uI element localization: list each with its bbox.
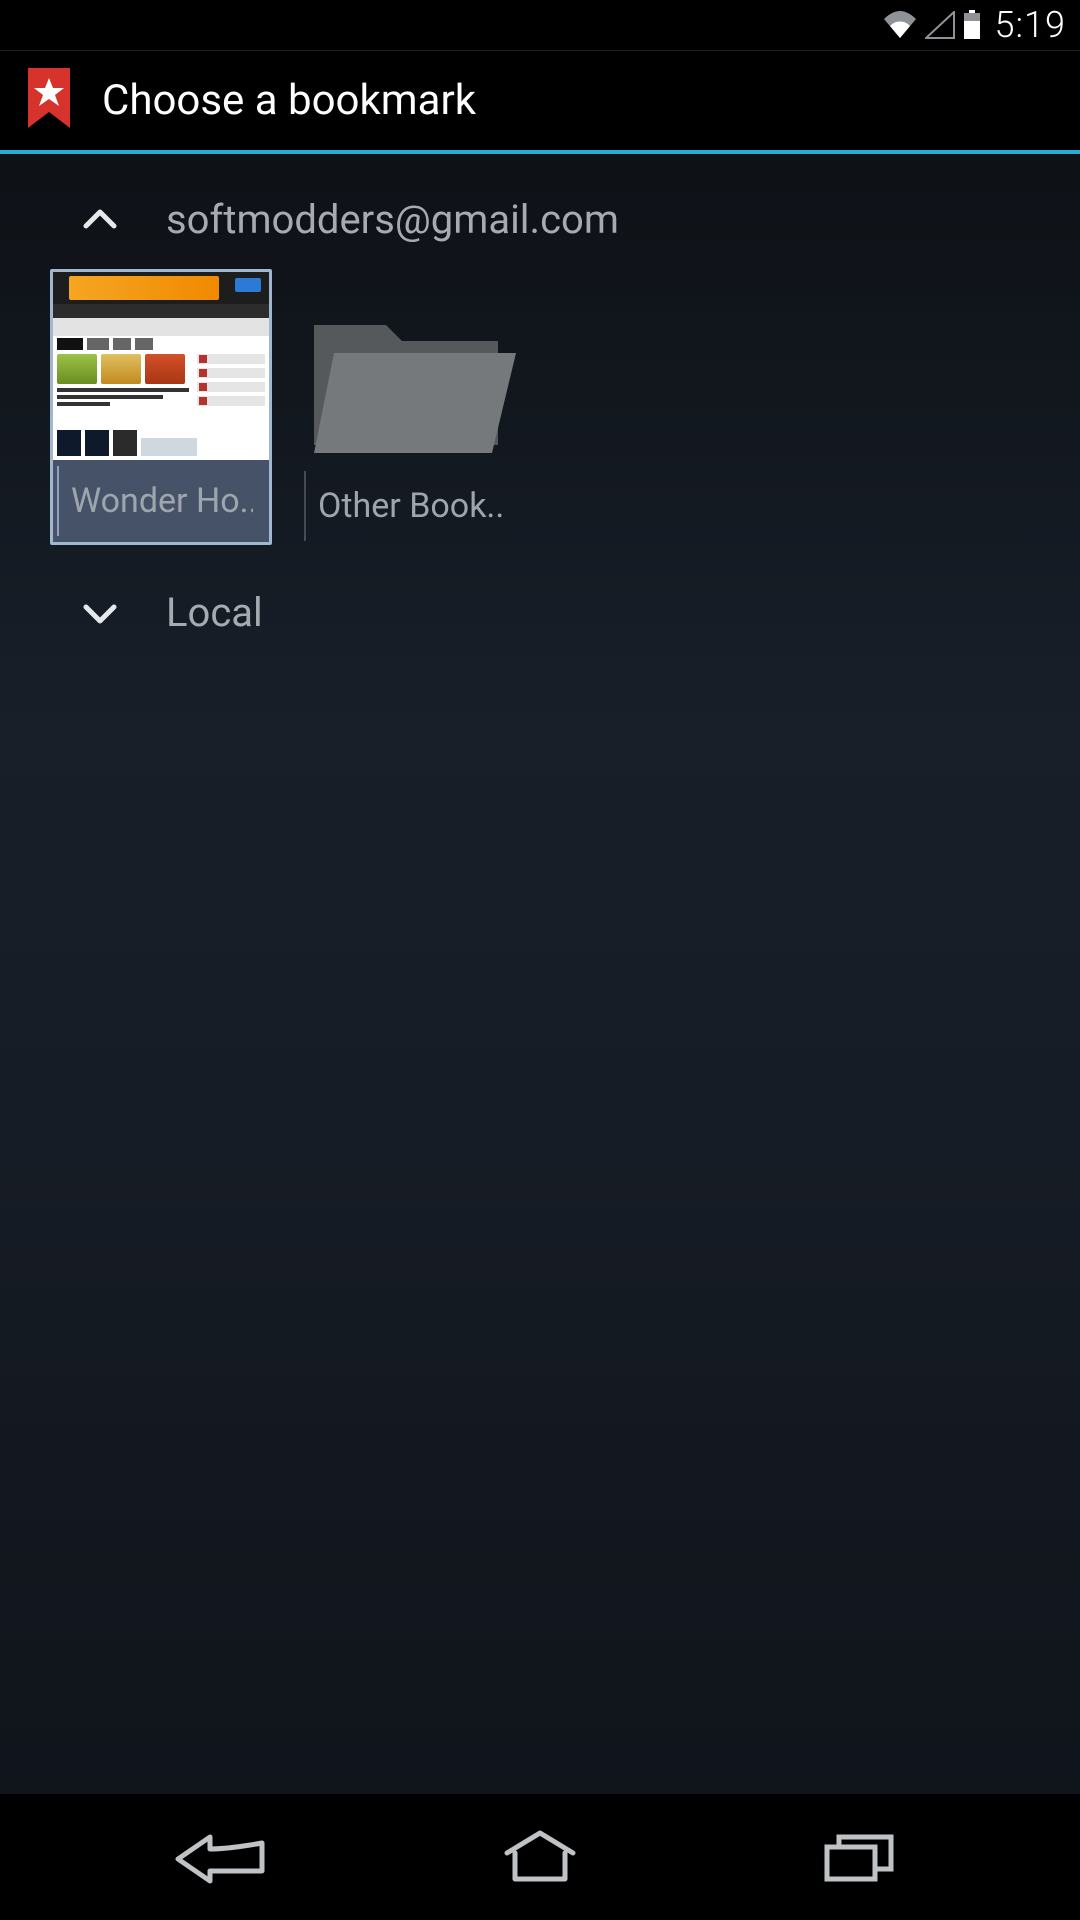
folder-caption: Other Book.. — [304, 471, 518, 541]
status-bar: 5:19 — [0, 0, 1080, 50]
recent-apps-button[interactable] — [800, 1822, 920, 1892]
action-bar: Choose a bookmark — [0, 50, 1080, 150]
folder-icon — [300, 269, 522, 465]
section-header-local[interactable]: Local — [30, 571, 1050, 654]
bookmark-thumbnail — [53, 272, 269, 460]
bookmark-app-icon — [24, 68, 74, 134]
section-label: Local — [166, 589, 263, 636]
section-header-account[interactable]: softmodders@gmail.com — [30, 178, 1050, 261]
status-clock: 5:19 — [995, 4, 1066, 46]
folder-label: Other Book.. — [318, 486, 504, 526]
chevron-down-icon — [78, 591, 122, 635]
system-nav-bar — [0, 1794, 1080, 1920]
bookmark-item[interactable]: Wonder Ho.. — [50, 269, 272, 545]
bookmark-list: softmodders@gmail.com Wonder Ho.. — [0, 154, 1080, 1794]
bookmark-caption: Wonder Ho.. — [57, 466, 265, 536]
cell-signal-icon — [925, 11, 955, 39]
bookmark-folder-item[interactable]: Other Book.. — [300, 269, 522, 545]
bookmark-grid: Wonder Ho.. Other Book.. — [30, 261, 1050, 553]
section-label: softmodders@gmail.com — [166, 196, 619, 243]
wifi-icon — [883, 11, 917, 39]
chevron-up-icon — [78, 198, 122, 242]
bookmark-label: Wonder Ho.. — [71, 481, 253, 521]
battery-icon — [963, 10, 981, 40]
page-title: Choose a bookmark — [102, 76, 476, 125]
back-button[interactable] — [160, 1822, 280, 1892]
home-button[interactable] — [480, 1822, 600, 1892]
